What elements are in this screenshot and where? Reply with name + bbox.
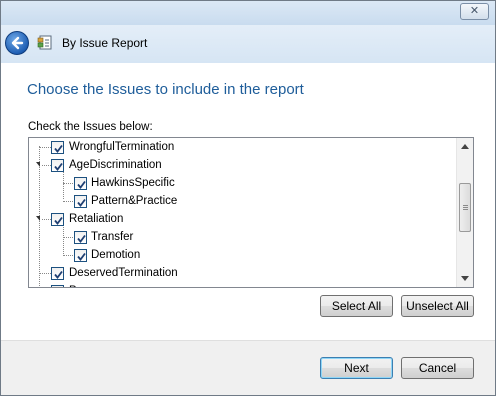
- tree-item[interactable]: HawkinsSpecific: [29, 175, 455, 192]
- page-heading: Choose the Issues to include in the repo…: [27, 81, 304, 98]
- scroll-thumb[interactable]: [459, 183, 471, 232]
- checkbox[interactable]: [51, 213, 64, 226]
- tree-connector: [42, 165, 51, 166]
- tree-item[interactable]: WrongfulTermination: [29, 139, 455, 156]
- back-arrow-icon: [11, 36, 24, 50]
- tree-item[interactable]: Demotion: [29, 247, 455, 264]
- unselect-all-button[interactable]: Unselect All: [401, 295, 474, 317]
- wizard-window: ✕ By Issue Report Choose the Issues to i…: [0, 0, 496, 396]
- title-bar: ✕: [1, 1, 495, 25]
- tree-item[interactable]: Transfer: [29, 229, 455, 246]
- check-icon: [54, 216, 63, 225]
- tree-item-label: HawkinsSpecific: [91, 177, 175, 189]
- tree-item[interactable]: AgeDiscrimination: [29, 157, 455, 174]
- check-icon: [54, 270, 63, 279]
- tree-connector: [42, 219, 51, 220]
- check-icon: [77, 234, 86, 243]
- expand-toggle-icon[interactable]: [36, 216, 40, 221]
- tree-item[interactable]: Retaliation: [29, 211, 455, 228]
- checkbox[interactable]: [74, 231, 87, 244]
- report-icon: [37, 35, 52, 50]
- checkbox[interactable]: [74, 177, 87, 190]
- check-icon: [77, 252, 86, 261]
- check-icon: [77, 180, 86, 189]
- scroll-down-arrow-icon[interactable]: [461, 276, 469, 281]
- checkbox[interactable]: [74, 195, 87, 208]
- window-title: By Issue Report: [62, 36, 148, 50]
- tree-item-label: AgeDiscrimination: [69, 159, 162, 171]
- tree-item-label: WrongfulTermination: [69, 141, 175, 153]
- tree-item-label: P: [69, 285, 77, 287]
- back-button[interactable]: [5, 31, 29, 55]
- tree-item-label: Transfer: [91, 231, 134, 243]
- close-button[interactable]: ✕: [460, 3, 489, 20]
- checkbox[interactable]: [51, 285, 64, 288]
- grip-line: [463, 205, 468, 206]
- tree-item-label: Retaliation: [69, 213, 124, 225]
- tree-item[interactable]: P: [29, 283, 455, 288]
- tree-connector: [39, 147, 51, 148]
- checkbox[interactable]: [51, 141, 64, 154]
- tree-connector: [39, 273, 51, 274]
- checkbox[interactable]: [51, 159, 64, 172]
- issues-tree[interactable]: WrongfulTermination AgeDiscrimination Ha…: [28, 137, 474, 288]
- check-icon: [54, 162, 63, 171]
- tree-item[interactable]: DeservedTermination: [29, 265, 455, 282]
- check-icon: [77, 198, 86, 207]
- instruction-label: Check the Issues below:: [28, 121, 153, 133]
- checkbox[interactable]: [74, 249, 87, 262]
- tree-item-label: DeservedTermination: [69, 267, 178, 279]
- tree-item[interactable]: Pattern&Practice: [29, 193, 455, 210]
- grip-line: [463, 207, 468, 208]
- select-all-button[interactable]: Select All: [320, 295, 393, 317]
- check-icon: [54, 144, 63, 153]
- wizard-footer: Next Cancel: [1, 341, 495, 395]
- wizard-header: By Issue Report: [1, 25, 495, 63]
- tree-item-label: Demotion: [91, 249, 141, 261]
- checkbox[interactable]: [51, 267, 64, 280]
- grip-line: [463, 209, 468, 210]
- check-icon: [53, 287, 64, 288]
- vertical-scrollbar[interactable]: [456, 138, 473, 287]
- next-button[interactable]: Next: [320, 357, 393, 379]
- expand-toggle-icon[interactable]: [36, 162, 40, 167]
- tree-item-label: Pattern&Practice: [91, 195, 178, 207]
- cancel-button[interactable]: Cancel: [401, 357, 474, 379]
- scroll-up-arrow-icon[interactable]: [461, 144, 469, 149]
